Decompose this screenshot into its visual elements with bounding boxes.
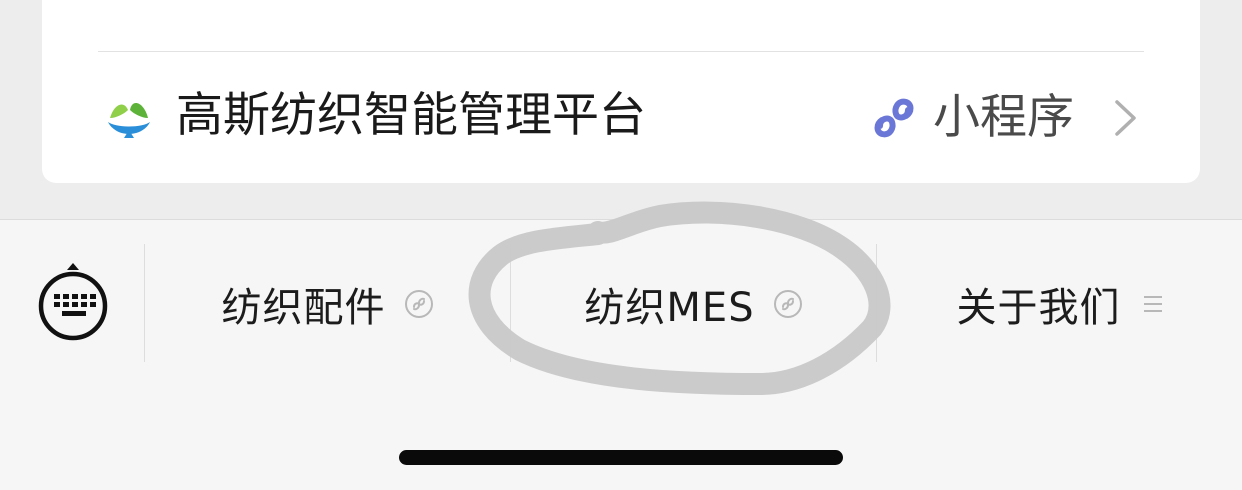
mini-program-label: 小程序 xyxy=(933,90,1074,145)
menu-item-textile-mes[interactable]: 纺织MES xyxy=(511,272,876,336)
mini-program-link-icon xyxy=(404,290,433,318)
chevron-right-icon xyxy=(1115,100,1136,136)
app-logo-icon xyxy=(108,103,150,138)
keyboard-toggle-icon[interactable] xyxy=(34,260,112,344)
mini-program-link-icon xyxy=(773,290,802,318)
menu-item-textile-parts[interactable]: 纺织配件 xyxy=(145,272,510,336)
menu-item-label: 纺织配件 xyxy=(221,285,386,331)
menu-item-label: 关于我们 xyxy=(956,285,1121,331)
mini-program-icon xyxy=(874,98,914,138)
app-name: 高斯纺织智能管理平台 xyxy=(176,88,646,143)
menu-item-label: 纺织MES xyxy=(584,285,755,331)
menu-item-about-us[interactable]: 关于我们 xyxy=(877,272,1242,336)
home-indicator[interactable] xyxy=(399,450,843,465)
mini-program-entry[interactable]: 高斯纺织智能管理平台 小程序 xyxy=(98,72,1158,160)
submenu-list-icon xyxy=(1143,296,1162,312)
card-divider xyxy=(98,51,1144,52)
